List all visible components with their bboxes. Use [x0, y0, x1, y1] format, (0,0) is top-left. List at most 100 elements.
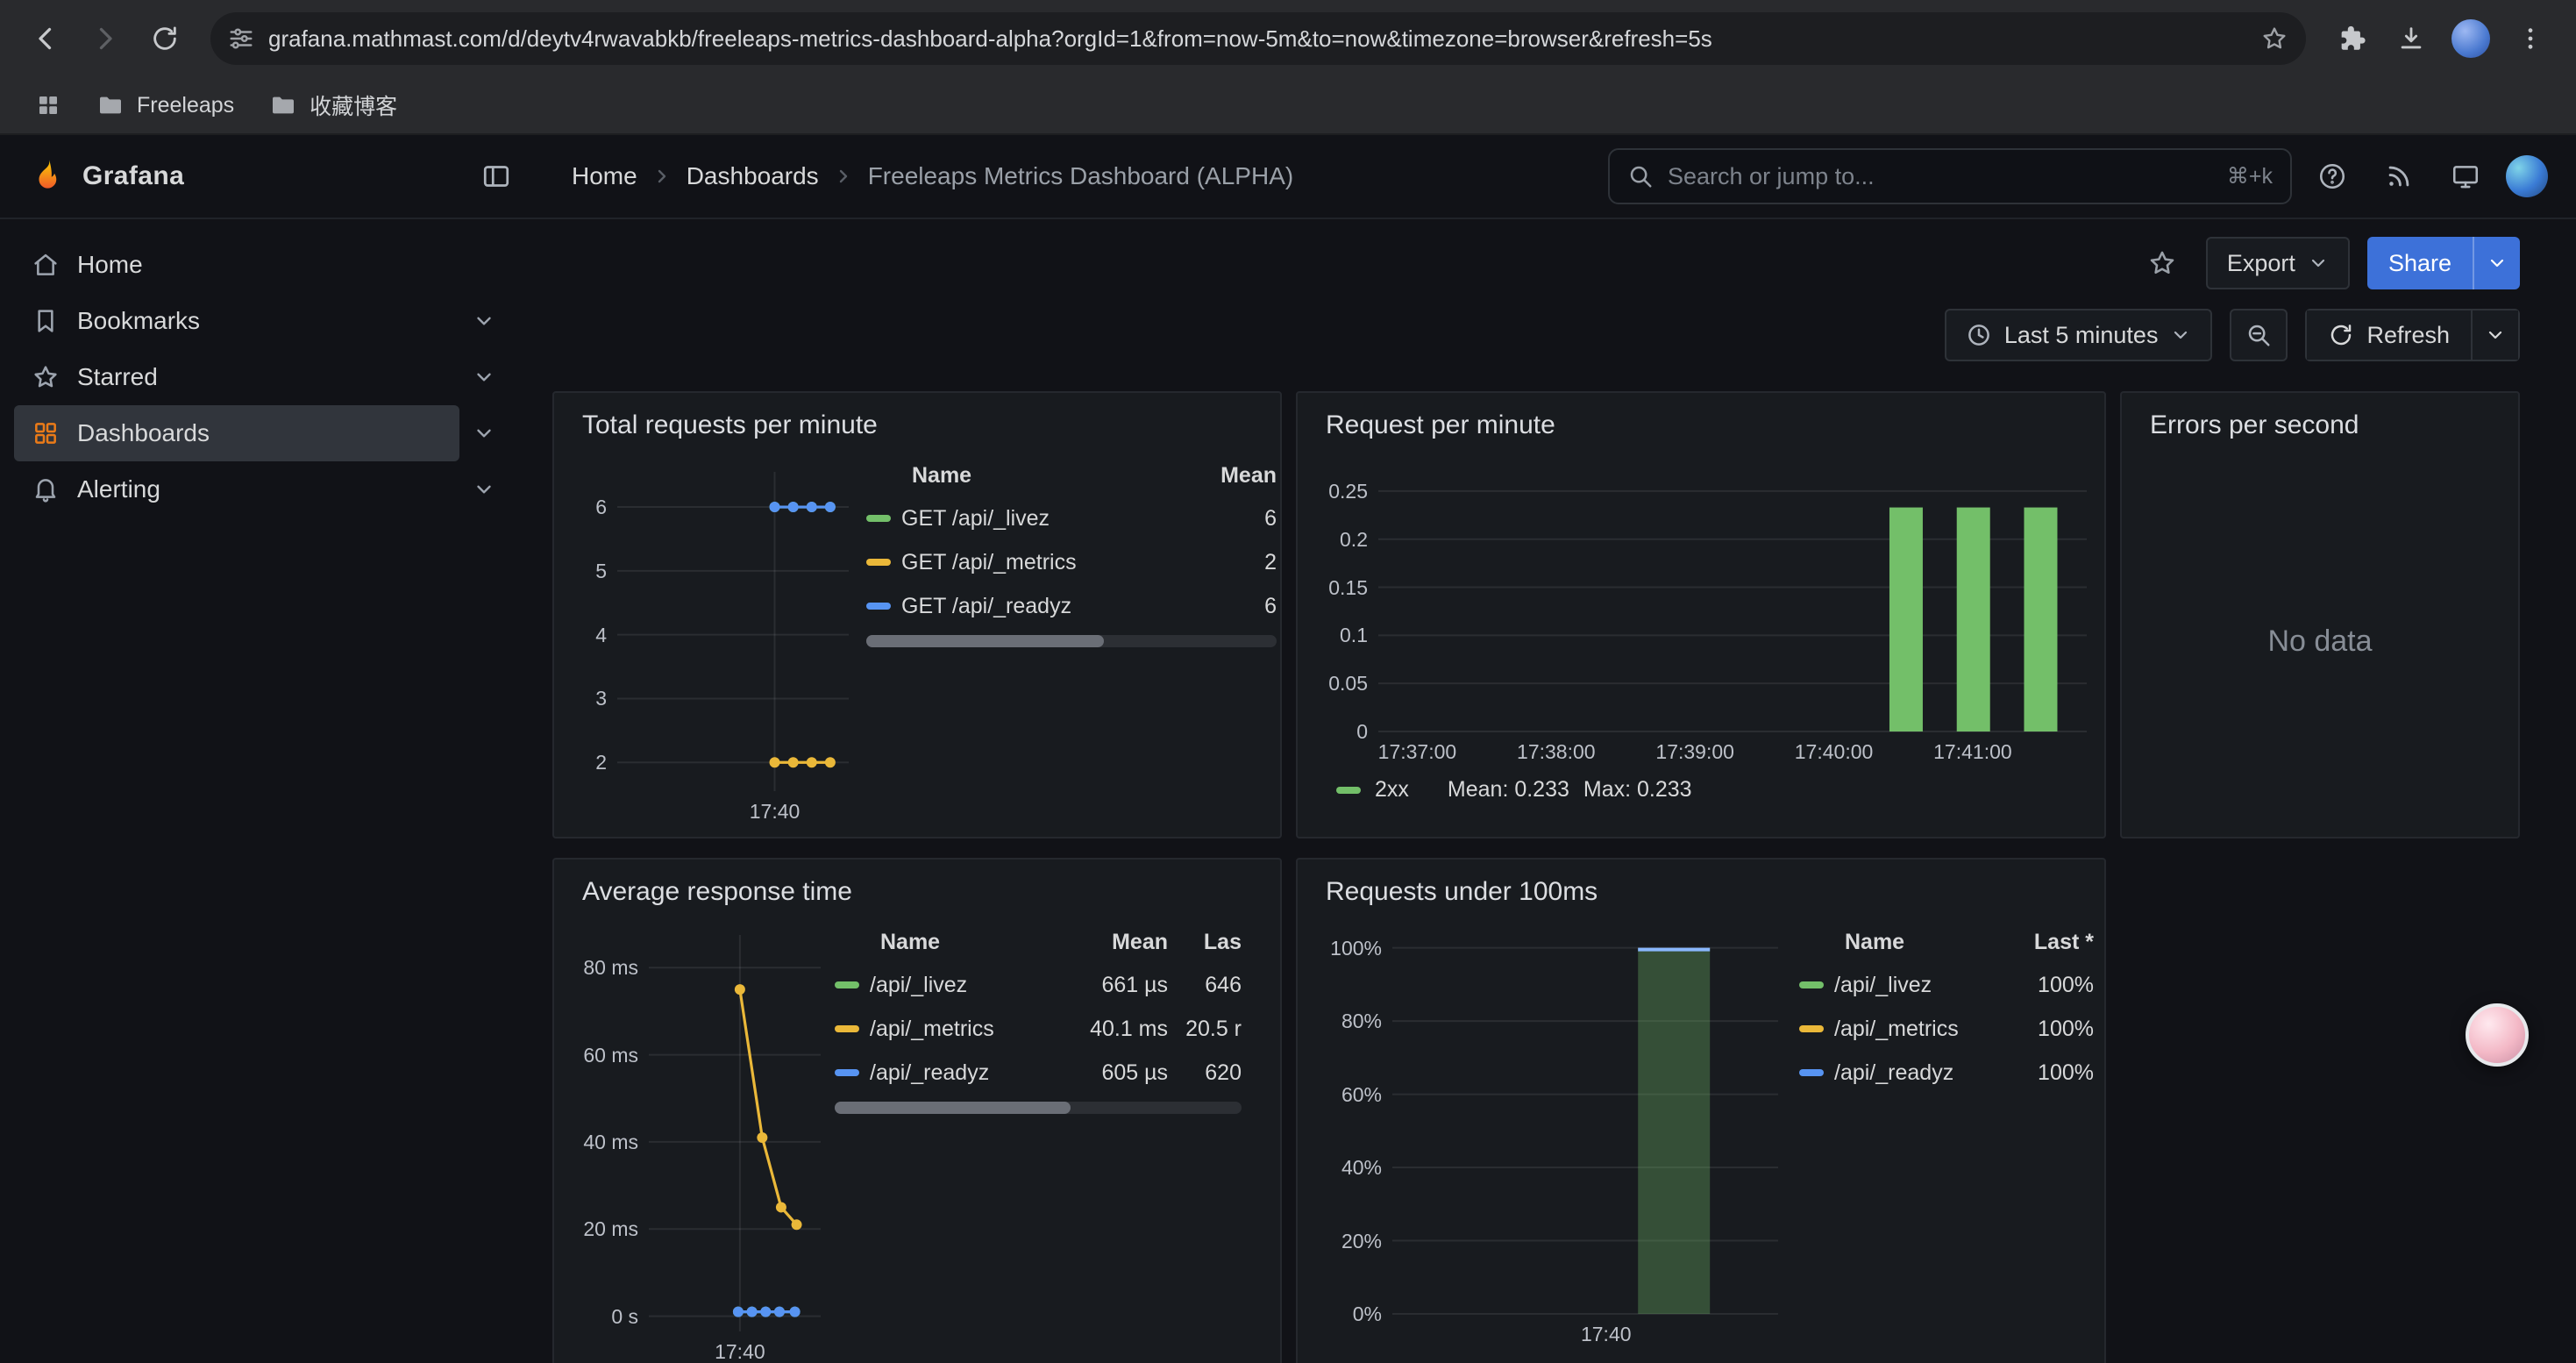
series-color-marker: [1799, 981, 1824, 988]
legend-item[interactable]: /api/_readyz100%: [1799, 1051, 2094, 1095]
legend-item[interactable]: /api/_metrics40.1 ms20.5 r: [835, 1007, 1242, 1051]
sidebar-item-alerting: Alerting: [14, 461, 509, 517]
search-shortcut: ⌘+k: [2227, 163, 2273, 189]
star-icon: [32, 363, 60, 391]
time-range-picker[interactable]: Last 5 minutes: [1945, 309, 2213, 361]
panel-title[interactable]: Average response time: [568, 870, 1266, 914]
legend-header-mean[interactable]: Mean: [1056, 930, 1168, 955]
export-button[interactable]: Export: [2206, 237, 2350, 289]
grafana-app: Grafana Home Dashboards Freeleaps Metric…: [0, 135, 2576, 1363]
chevron-down-icon[interactable]: [459, 465, 509, 514]
share-menu-caret[interactable]: [2473, 237, 2520, 289]
series-color-marker: [1799, 1025, 1824, 1032]
dock-menu-icon[interactable]: [470, 150, 523, 203]
panel-title[interactable]: Requests under 100ms: [1312, 870, 2090, 914]
breadcrumb-home[interactable]: Home: [572, 162, 637, 190]
kiosk-monitor-icon[interactable]: [2439, 150, 2492, 203]
clock-icon: [1966, 322, 1992, 348]
apps-grid-icon[interactable]: [21, 82, 75, 128]
chrome-menu-icon[interactable]: [2502, 11, 2558, 67]
legend-header-last[interactable]: Las: [1168, 930, 1242, 955]
legend-header-last[interactable]: Last *: [2010, 930, 2094, 955]
help-icon[interactable]: [2306, 150, 2359, 203]
legend-table: NameLast * /api/_livez100% /api/_metrics…: [1799, 921, 2094, 1314]
folder-icon: [269, 91, 297, 119]
bookmark-star-icon[interactable]: [2260, 25, 2288, 53]
chevron-down-icon[interactable]: [459, 409, 509, 458]
profile-avatar[interactable]: [2443, 11, 2499, 67]
sidebar-item-home: Home: [14, 237, 509, 293]
zoom-out-icon: [2245, 322, 2272, 348]
sidebar-item-label: Home: [77, 251, 143, 279]
sidebar-item-label: Bookmarks: [77, 307, 200, 335]
reload-button[interactable]: [137, 11, 193, 67]
sidebar-item-label: Dashboards: [77, 419, 210, 447]
scrollbar-thumb[interactable]: [866, 635, 1104, 647]
panel-average-response-time: Average response time 80 ms60 ms40 ms20 …: [552, 858, 1282, 1363]
panel-title[interactable]: Errors per second: [2136, 403, 2504, 447]
series-color-marker: [866, 603, 891, 610]
search-text-input[interactable]: [1668, 163, 2213, 190]
legend-line[interactable]: 2xx Mean: 0.233 Max: 0.233: [1336, 777, 2090, 803]
extensions-icon[interactable]: [2323, 11, 2380, 67]
assistant-avatar-overlay[interactable]: [2466, 1003, 2529, 1067]
bookmark-folder-freeleaps[interactable]: Freeleaps: [82, 82, 248, 128]
panel-request-per-minute: Request per minute 0.250.20.150.10.05017…: [1296, 391, 2106, 838]
legend-item[interactable]: /api/_readyz605 µs620: [835, 1051, 1242, 1095]
legend-header-name[interactable]: Name: [877, 463, 1164, 489]
total-requests-chart: 6543217:40: [617, 472, 849, 791]
legend-item[interactable]: /api/_livez100%: [1799, 963, 2094, 1007]
series-color-marker: [835, 1069, 859, 1076]
refresh-button[interactable]: Refresh: [2305, 309, 2473, 361]
legend-header-mean[interactable]: Mean: [1164, 463, 1277, 489]
legend-mean: Mean: 0.233: [1448, 777, 1569, 803]
sidebar-item-label: Alerting: [77, 475, 160, 503]
legend-item[interactable]: GET /api/_readyz6: [866, 584, 1277, 628]
back-button[interactable]: [18, 11, 74, 67]
legend-item[interactable]: /api/_livez661 µs646: [835, 963, 1242, 1007]
refresh-split-button: Refresh: [2305, 309, 2520, 361]
legend-scrollbar[interactable]: [866, 635, 1277, 647]
chevron-down-icon[interactable]: [459, 296, 509, 346]
series-name[interactable]: 2xx: [1375, 777, 1409, 803]
url-input[interactable]: [268, 25, 2246, 53]
legend-item[interactable]: /api/_metrics100%: [1799, 1007, 2094, 1051]
legend-max: Max: 0.233: [1583, 777, 1692, 803]
under-100ms-chart: 100%80%60%40%20%0%17:40: [1392, 935, 1778, 1314]
panel-total-requests: Total requests per minute 6543217:40 Nam…: [552, 391, 1282, 838]
average-response-chart: 80 ms60 ms40 ms20 ms0 s17:40: [649, 935, 821, 1331]
series-color-marker: [835, 981, 859, 988]
bookmark-folder-label: Freeleaps: [137, 93, 234, 118]
panel-errors-per-second: Errors per second No data: [2120, 391, 2520, 838]
legend-item[interactable]: GET /api/_metrics2: [866, 540, 1277, 584]
breadcrumb: Home Dashboards Freeleaps Metrics Dashbo…: [572, 162, 1293, 190]
scrollbar-thumb[interactable]: [835, 1102, 1071, 1114]
chevron-down-icon: [2485, 325, 2506, 346]
sidebar-item-label: Starred: [77, 363, 158, 391]
site-settings-icon[interactable]: [228, 25, 254, 52]
user-avatar[interactable]: [2506, 155, 2548, 197]
sidebar-item-dashboards: Dashboards: [14, 405, 509, 461]
forward-button[interactable]: [77, 11, 133, 67]
dashboard-canvas: Export Share Last 5 minutes: [523, 219, 2576, 1363]
share-button[interactable]: Share: [2367, 237, 2473, 289]
chevron-down-icon[interactable]: [459, 353, 509, 402]
breadcrumb-current: Freeleaps Metrics Dashboard (ALPHA): [868, 162, 1294, 190]
legend-scrollbar[interactable]: [835, 1102, 1242, 1114]
panel-title[interactable]: Request per minute: [1312, 403, 2090, 447]
panel-title[interactable]: Total requests per minute: [568, 403, 1266, 447]
breadcrumb-dashboards[interactable]: Dashboards: [687, 162, 819, 190]
grafana-logo[interactable]: [28, 157, 67, 196]
refresh-interval-caret[interactable]: [2473, 309, 2520, 361]
search-input[interactable]: ⌘+k: [1608, 148, 2292, 204]
legend-header-name[interactable]: Name: [845, 930, 1056, 955]
series-color-marker: [866, 515, 891, 522]
zoom-out-button[interactable]: [2230, 309, 2288, 361]
bookmark-folder-blogs[interactable]: 收藏博客: [255, 82, 411, 128]
downloads-icon[interactable]: [2383, 11, 2439, 67]
legend-header-name[interactable]: Name: [1810, 930, 2010, 955]
news-rss-icon[interactable]: [2373, 150, 2425, 203]
favorite-star-icon[interactable]: [2136, 237, 2188, 289]
address-bar[interactable]: [210, 12, 2306, 65]
legend-item[interactable]: GET /api/_livez6: [866, 496, 1277, 540]
